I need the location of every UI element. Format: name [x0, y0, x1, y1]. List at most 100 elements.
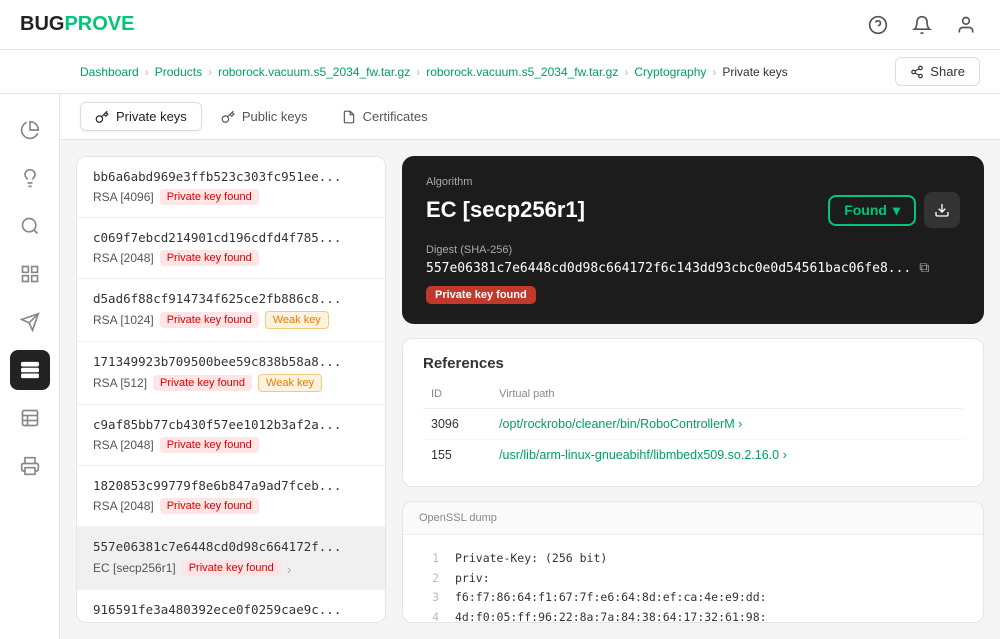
private-key-found-badge: Private key found [160, 437, 259, 453]
logo-prove: PROVE [64, 13, 134, 35]
breadcrumb-cryptography[interactable]: Cryptography [634, 65, 706, 79]
breadcrumb-fw1[interactable]: roborock.vacuum.s5_2034_fw.tar.gz [218, 65, 410, 79]
found-badge[interactable]: Found ▾ [828, 195, 916, 226]
key-list-panel: bb6a6abd969e3ffb523c303fc951ee... RSA [4… [76, 156, 386, 623]
list-item[interactable]: 557e06381c7e6448cd0d98c664172f... EC [se… [77, 527, 385, 590]
sidebar-item-grid[interactable] [10, 254, 50, 294]
algorithm-label: Algorithm [426, 176, 960, 188]
references-title: References [423, 355, 963, 372]
selected-arrow: › [287, 559, 292, 577]
tabs-bar: Private keys Public keys Certificates [60, 94, 1000, 140]
header: BUGPROVE [0, 0, 1000, 50]
detail-panel: Algorithm EC [secp256r1] Found ▾ [402, 156, 984, 623]
private-key-found-badge: Private key found [160, 250, 259, 266]
references-card: References ID Virtual path 3096 /opt/roc… [402, 338, 984, 487]
private-key-found-badge: Private key found [160, 189, 259, 205]
algorithm-card: Algorithm EC [secp256r1] Found ▾ [402, 156, 984, 324]
dump-line: 1 Private-Key: (256 bit) [419, 549, 967, 569]
list-item[interactable]: c9af85bb77cb430f57ee1012b3af2a... RSA [2… [77, 405, 385, 466]
ref-id: 3096 [423, 409, 491, 440]
share-button[interactable]: Share [895, 57, 980, 86]
sidebar-item-data[interactable] [10, 350, 50, 390]
key-type: RSA [2048] [93, 438, 154, 452]
dump-line: 3 f6:f7:86:64:f1:67:7f:e6:64:8d:ef:ca:4e… [419, 588, 967, 608]
key-meta: EC [secp256r1] Private key found › [93, 559, 369, 577]
openssl-code: 1 Private-Key: (256 bit) 2 priv: 3 f6:f7… [403, 535, 983, 623]
tab-private-keys[interactable]: Private keys [80, 102, 202, 131]
key-hash: 916591fe3a480392ece0f0259cae9c... [93, 602, 369, 617]
list-item[interactable]: d5ad6f88cf914734f625ce2fb886c8... RSA [1… [77, 279, 385, 342]
key-meta: RSA [2048] Private key found [93, 250, 369, 266]
weak-key-badge: Weak key [265, 311, 329, 329]
bell-icon[interactable] [908, 11, 936, 39]
sidebar-item-search[interactable] [10, 206, 50, 246]
ref-path[interactable]: /opt/rockrobo/cleaner/bin/RoboController… [491, 409, 963, 440]
line-number: 2 [419, 569, 439, 589]
private-key-badge: Private key found [426, 286, 536, 304]
line-number: 4 [419, 608, 439, 623]
ref-path[interactable]: /usr/lib/arm-linux-gnueabihf/libmbedx509… [491, 440, 963, 471]
key-type: RSA [2048] [93, 251, 154, 265]
logo: BUGPROVE [20, 13, 134, 36]
refs-col-path: Virtual path [491, 384, 963, 409]
key-hash: d5ad6f88cf914734f625ce2fb886c8... [93, 291, 369, 306]
private-key-found-badge: Private key found [182, 560, 281, 576]
user-icon[interactable] [952, 11, 980, 39]
list-item[interactable]: 916591fe3a480392ece0f0259cae9c... [77, 590, 385, 623]
list-item[interactable]: 171349923b709500bee59c838b58a8... RSA [5… [77, 342, 385, 405]
private-key-found-badge: Private key found [160, 498, 259, 514]
sidebar-item-send[interactable] [10, 302, 50, 342]
ref-id: 155 [423, 440, 491, 471]
breadcrumb-bar: Dashboard › Products › roborock.vacuum.s… [0, 50, 1000, 94]
breadcrumb-fw2[interactable]: roborock.vacuum.s5_2034_fw.tar.gz [426, 65, 618, 79]
key-hash: 1820853c99779f8e6b847a9ad7fceb... [93, 478, 369, 493]
private-key-found-badge: Private key found [153, 375, 252, 391]
sidebar-item-table[interactable] [10, 398, 50, 438]
key-hash: bb6a6abd969e3ffb523c303fc951ee... [93, 169, 369, 184]
refs-col-id: ID [423, 384, 491, 409]
references-table: ID Virtual path 3096 /opt/rockrobo/clean… [423, 384, 963, 470]
chevron-down-icon: ▾ [893, 202, 900, 219]
download-button[interactable] [924, 192, 960, 228]
key-meta: RSA [1024] Private key foundWeak key [93, 311, 369, 329]
key-type: RSA [4096] [93, 190, 154, 204]
key-type: EC [secp256r1] [93, 561, 176, 575]
line-content: 4d:f0:05:ff:96:22:8a:7a:84:38:64:17:32:6… [455, 608, 767, 623]
key-type: RSA [2048] [93, 499, 154, 513]
breadcrumb-current: Private keys [722, 65, 787, 79]
key-hash: c9af85bb77cb430f57ee1012b3af2a... [93, 417, 369, 432]
algorithm-value: EC [secp256r1] [426, 197, 585, 223]
line-content: f6:f7:86:64:f1:67:7f:e6:64:8d:ef:ca:4e:e… [455, 588, 767, 608]
list-item[interactable]: bb6a6abd969e3ffb523c303fc951ee... RSA [4… [77, 157, 385, 218]
key-type: RSA [512] [93, 376, 147, 390]
breadcrumb-products[interactable]: Products [155, 65, 202, 79]
key-hash: 171349923b709500bee59c838b58a8... [93, 354, 369, 369]
main-split: bb6a6abd969e3ffb523c303fc951ee... RSA [4… [60, 140, 1000, 639]
sidebar-item-print[interactable] [10, 446, 50, 486]
sidebar-item-lightbulb[interactable] [10, 158, 50, 198]
header-icons [864, 11, 980, 39]
algorithm-title: EC [secp256r1] Found ▾ [426, 192, 960, 228]
openssl-dump-card: OpenSSL dump 1 Private-Key: (256 bit) 2 … [402, 501, 984, 623]
list-item[interactable]: c069f7ebcd214901cd196cdfd4f785... RSA [2… [77, 218, 385, 279]
list-item[interactable]: 1820853c99779f8e6b847a9ad7fceb... RSA [2… [77, 466, 385, 527]
tab-certificates[interactable]: Certificates [327, 102, 443, 131]
openssl-label: OpenSSL dump [403, 502, 983, 535]
content-area: Private keys Public keys Certificates bb… [60, 94, 1000, 639]
help-icon[interactable] [864, 11, 892, 39]
sidebar [0, 94, 60, 639]
tab-public-keys[interactable]: Public keys [206, 102, 323, 131]
line-number: 3 [419, 588, 439, 608]
sidebar-item-chart[interactable] [10, 110, 50, 150]
logo-bug: BUG [20, 13, 64, 35]
key-meta: RSA [4096] Private key found [93, 189, 369, 205]
line-content: priv: [455, 569, 490, 589]
key-meta: RSA [2048] Private key found [93, 498, 369, 514]
key-hash: 557e06381c7e6448cd0d98c664172f... [93, 539, 369, 554]
key-meta: RSA [512] Private key foundWeak key [93, 374, 369, 392]
breadcrumb-dashboard[interactable]: Dashboard [80, 65, 139, 79]
copy-icon[interactable]: ⧉ [919, 260, 929, 276]
key-meta: RSA [2048] Private key found [93, 437, 369, 453]
line-number: 1 [419, 549, 439, 569]
private-key-found-badge: Private key found [160, 312, 259, 328]
